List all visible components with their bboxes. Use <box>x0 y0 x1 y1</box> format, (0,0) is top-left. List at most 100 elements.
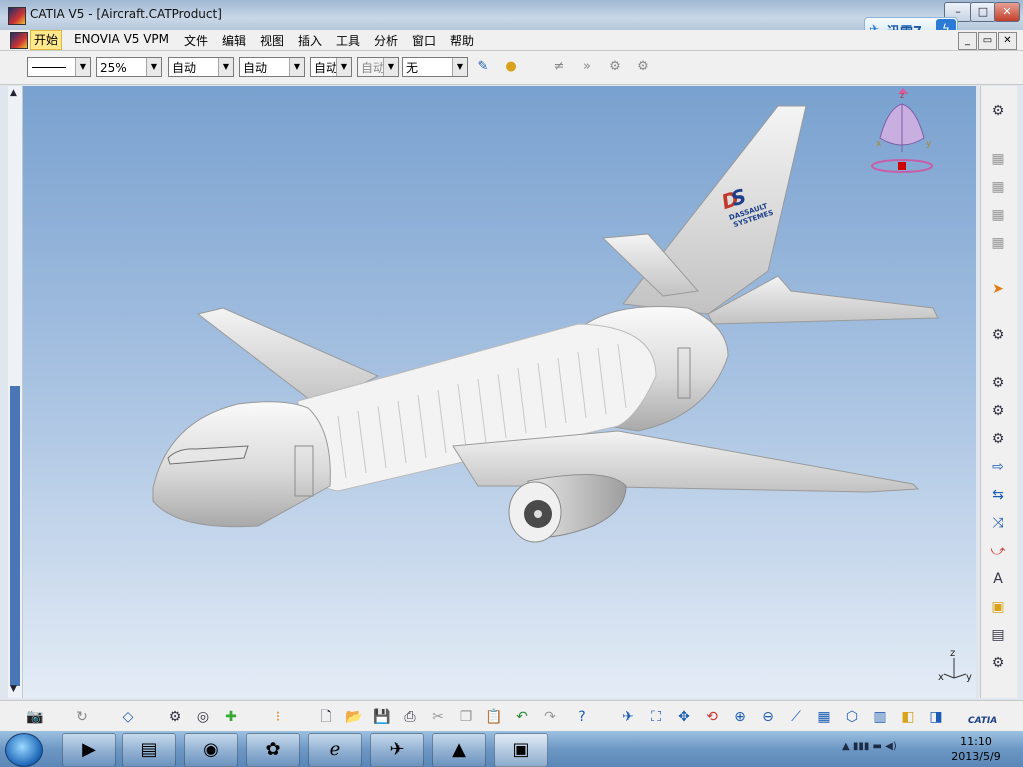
menu-window[interactable]: 窗口 <box>409 32 439 49</box>
zoom-combo-value: 25% <box>100 61 127 75</box>
manage-representations-icon[interactable]: ▤ <box>987 624 1009 646</box>
compass-x-label: x <box>876 139 882 149</box>
new-part-icon[interactable]: ⚙ <box>987 428 1009 450</box>
save-icon[interactable]: 💾 <box>372 707 392 727</box>
paste-disabled-icon: 📋 <box>485 709 503 725</box>
chevron-down-icon[interactable]: ▼ <box>146 58 161 76</box>
hide-show-icon[interactable]: ◧ <box>898 707 918 727</box>
constraint3-disabled-icon: ▦ <box>991 207 1005 223</box>
menu-view[interactable]: 视图 <box>257 32 287 49</box>
scroll-up-icon[interactable]: ▲ <box>10 88 17 98</box>
right-toolbar: ⚙ ▦ ▦ ▦ ▦ ➤ ⚙ ⚙ ⚙ ⚙ ⇨ ⇆ ⤨ ⤻ A ▣ ▤ ⚙ <box>980 86 1017 698</box>
sketch-disabled-icon: ≠ <box>553 59 565 74</box>
zoom-combo[interactable]: 25% ▼ <box>96 57 162 77</box>
catia-taskbar-icon[interactable]: ▣ <box>494 733 548 767</box>
zoom-out-icon[interactable]: ⊖ <box>758 707 778 727</box>
ie-taskbar-icon[interactable]: ℯ <box>308 733 362 767</box>
mdi-close-button[interactable]: ✕ <box>998 32 1017 50</box>
rotate-icon[interactable]: ⟲ <box>702 707 722 727</box>
eraser-icon[interactable]: ◇ <box>118 707 138 727</box>
explorer-taskbar-icon[interactable]: ▤ <box>122 733 176 767</box>
menu-start[interactable]: 开始 <box>30 30 63 50</box>
bottom-toolbar: 📷 ↻ ◇ ⚙ ◎ ✚ ⁝ 🗋 📂 💾 ⎙ ✂ ❐ 📋 ↶ ↷ ? ✈ ⛶ ✥ … <box>0 700 1023 731</box>
fit-all-icon[interactable]: ⛶ <box>646 707 666 727</box>
generate-numbering-icon[interactable]: A <box>987 568 1009 590</box>
isometric-view-icon[interactable]: ⬡ <box>842 707 862 727</box>
axis-z-label: z <box>950 648 955 659</box>
camera-icon[interactable]: 📷 <box>25 707 45 727</box>
points-icon[interactable]: ⁝ <box>268 707 288 727</box>
menu-help[interactable]: 帮助 <box>447 32 477 49</box>
thunder-taskbar-icon[interactable]: ✈ <box>370 733 424 767</box>
start-button[interactable] <box>5 733 43 767</box>
layer-combo[interactable]: 无 ▼ <box>402 57 468 77</box>
selective-load-icon[interactable]: ▣ <box>987 596 1009 618</box>
print-icon[interactable]: ⎙ <box>400 707 420 727</box>
vertical-scrollbar[interactable]: ▲ ▼ <box>8 86 23 698</box>
menu-insert[interactable]: 插入 <box>295 32 325 49</box>
menu-file[interactable]: 文件 <box>181 32 211 49</box>
mdi-restore-button[interactable]: ▭ <box>978 32 997 50</box>
gear-disabled-icon: ⚙ <box>609 59 621 74</box>
compass-widget[interactable]: z x y <box>871 88 933 173</box>
constraint2-disabled-icon: ▦ <box>991 179 1005 195</box>
chevron-down-icon[interactable]: ▼ <box>75 58 90 76</box>
chevron-down-icon[interactable]: ▼ <box>452 58 467 76</box>
parts-tree-icon[interactable]: ✚ <box>221 707 241 727</box>
zoom-in-icon[interactable]: ⊕ <box>730 707 750 727</box>
maximize-button[interactable]: □ <box>970 2 996 22</box>
linetype-combo[interactable]: 自动 ▼ <box>168 57 234 77</box>
color-combo[interactable]: ▼ <box>27 57 91 77</box>
multi-view-icon[interactable]: ▦ <box>814 707 834 727</box>
reorder-icon[interactable]: ⤻ <box>987 540 1009 562</box>
close-button[interactable]: ✕ <box>994 2 1020 22</box>
menu-enovia[interactable]: ENOVIA V5 VPM <box>71 32 172 46</box>
normal-view-icon[interactable]: ⟋ <box>786 707 806 727</box>
chevron-down-icon[interactable]: ▼ <box>218 58 233 76</box>
aircraft-model: D S DASSAULT SYSTEMES z x y z x y <box>152 88 972 683</box>
tray-icons[interactable]: ▲ ▮▮▮ ▬ ◀) <box>842 741 897 752</box>
axis-x-label: x <box>938 672 944 683</box>
open-folder-icon[interactable]: 📂 <box>344 707 364 727</box>
pan-icon[interactable]: ✥ <box>674 707 694 727</box>
render-style-icon[interactable]: ▥ <box>870 707 890 727</box>
matlab-taskbar-icon[interactable]: ▲ <box>432 733 486 767</box>
replace-component-icon[interactable]: ⇆ <box>987 484 1009 506</box>
lineweight-combo[interactable]: 自动 ▼ <box>239 57 305 77</box>
new-component-icon[interactable]: ⚙ <box>987 372 1009 394</box>
select-arrow-icon[interactable]: ➤ <box>987 278 1009 300</box>
new-product-icon[interactable]: ⚙ <box>987 400 1009 422</box>
nose-fuselage <box>152 401 331 528</box>
chevron-down-icon[interactable]: ▼ <box>289 58 304 76</box>
graphic-properties-icon[interactable]: ● <box>502 58 520 76</box>
catalog-icon[interactable]: ◎ <box>193 707 213 727</box>
system-clock[interactable]: 11:10 2013/5/9 <box>940 734 1012 764</box>
assembly-constraint-icon[interactable]: ⚙ <box>165 707 185 727</box>
3d-viewport[interactable]: D S DASSAULT SYSTEMES z x y z x y <box>8 86 976 698</box>
format-painter-icon[interactable]: ✎ <box>474 58 492 76</box>
scroll-down-icon[interactable]: ▼ <box>10 684 17 694</box>
window-title: CATIA V5 - [Aircraft.CATProduct] <box>30 7 222 21</box>
menu-edit[interactable]: 编辑 <box>219 32 249 49</box>
graph-tree-icon[interactable]: ⤨ <box>987 512 1009 534</box>
compass-handle[interactable] <box>898 162 906 170</box>
pointtype-combo[interactable]: 自动 ▼ <box>310 57 352 77</box>
existing-component-icon[interactable]: ⇨ <box>987 456 1009 478</box>
fly-mode-icon[interactable]: ✈ <box>618 707 638 727</box>
menu-tools[interactable]: 工具 <box>333 32 363 49</box>
new-file-icon[interactable]: 🗋 <box>316 707 336 727</box>
document-icon[interactable] <box>10 32 28 49</box>
undo-icon[interactable]: ↶ <box>512 707 532 727</box>
scroll-thumb[interactable] <box>10 386 20 686</box>
menu-analysis[interactable]: 分析 <box>371 32 401 49</box>
media-player-taskbar-icon[interactable]: ▶ <box>62 733 116 767</box>
browser-taskbar-icon[interactable]: ✿ <box>246 733 300 767</box>
chevron-down-icon[interactable]: ▼ <box>336 58 351 76</box>
gear-icon[interactable]: ⚙ <box>987 100 1009 122</box>
swap-visible-space-icon[interactable]: ◨ <box>926 707 946 727</box>
multi-instantiation-icon[interactable]: ⚙ <box>987 652 1009 674</box>
product-structure-icon[interactable]: ⚙ <box>987 324 1009 346</box>
chrome-taskbar-icon[interactable]: ◉ <box>184 733 238 767</box>
whats-this-icon[interactable]: ? <box>572 707 592 727</box>
mdi-minimize-button[interactable]: _ <box>958 32 977 50</box>
